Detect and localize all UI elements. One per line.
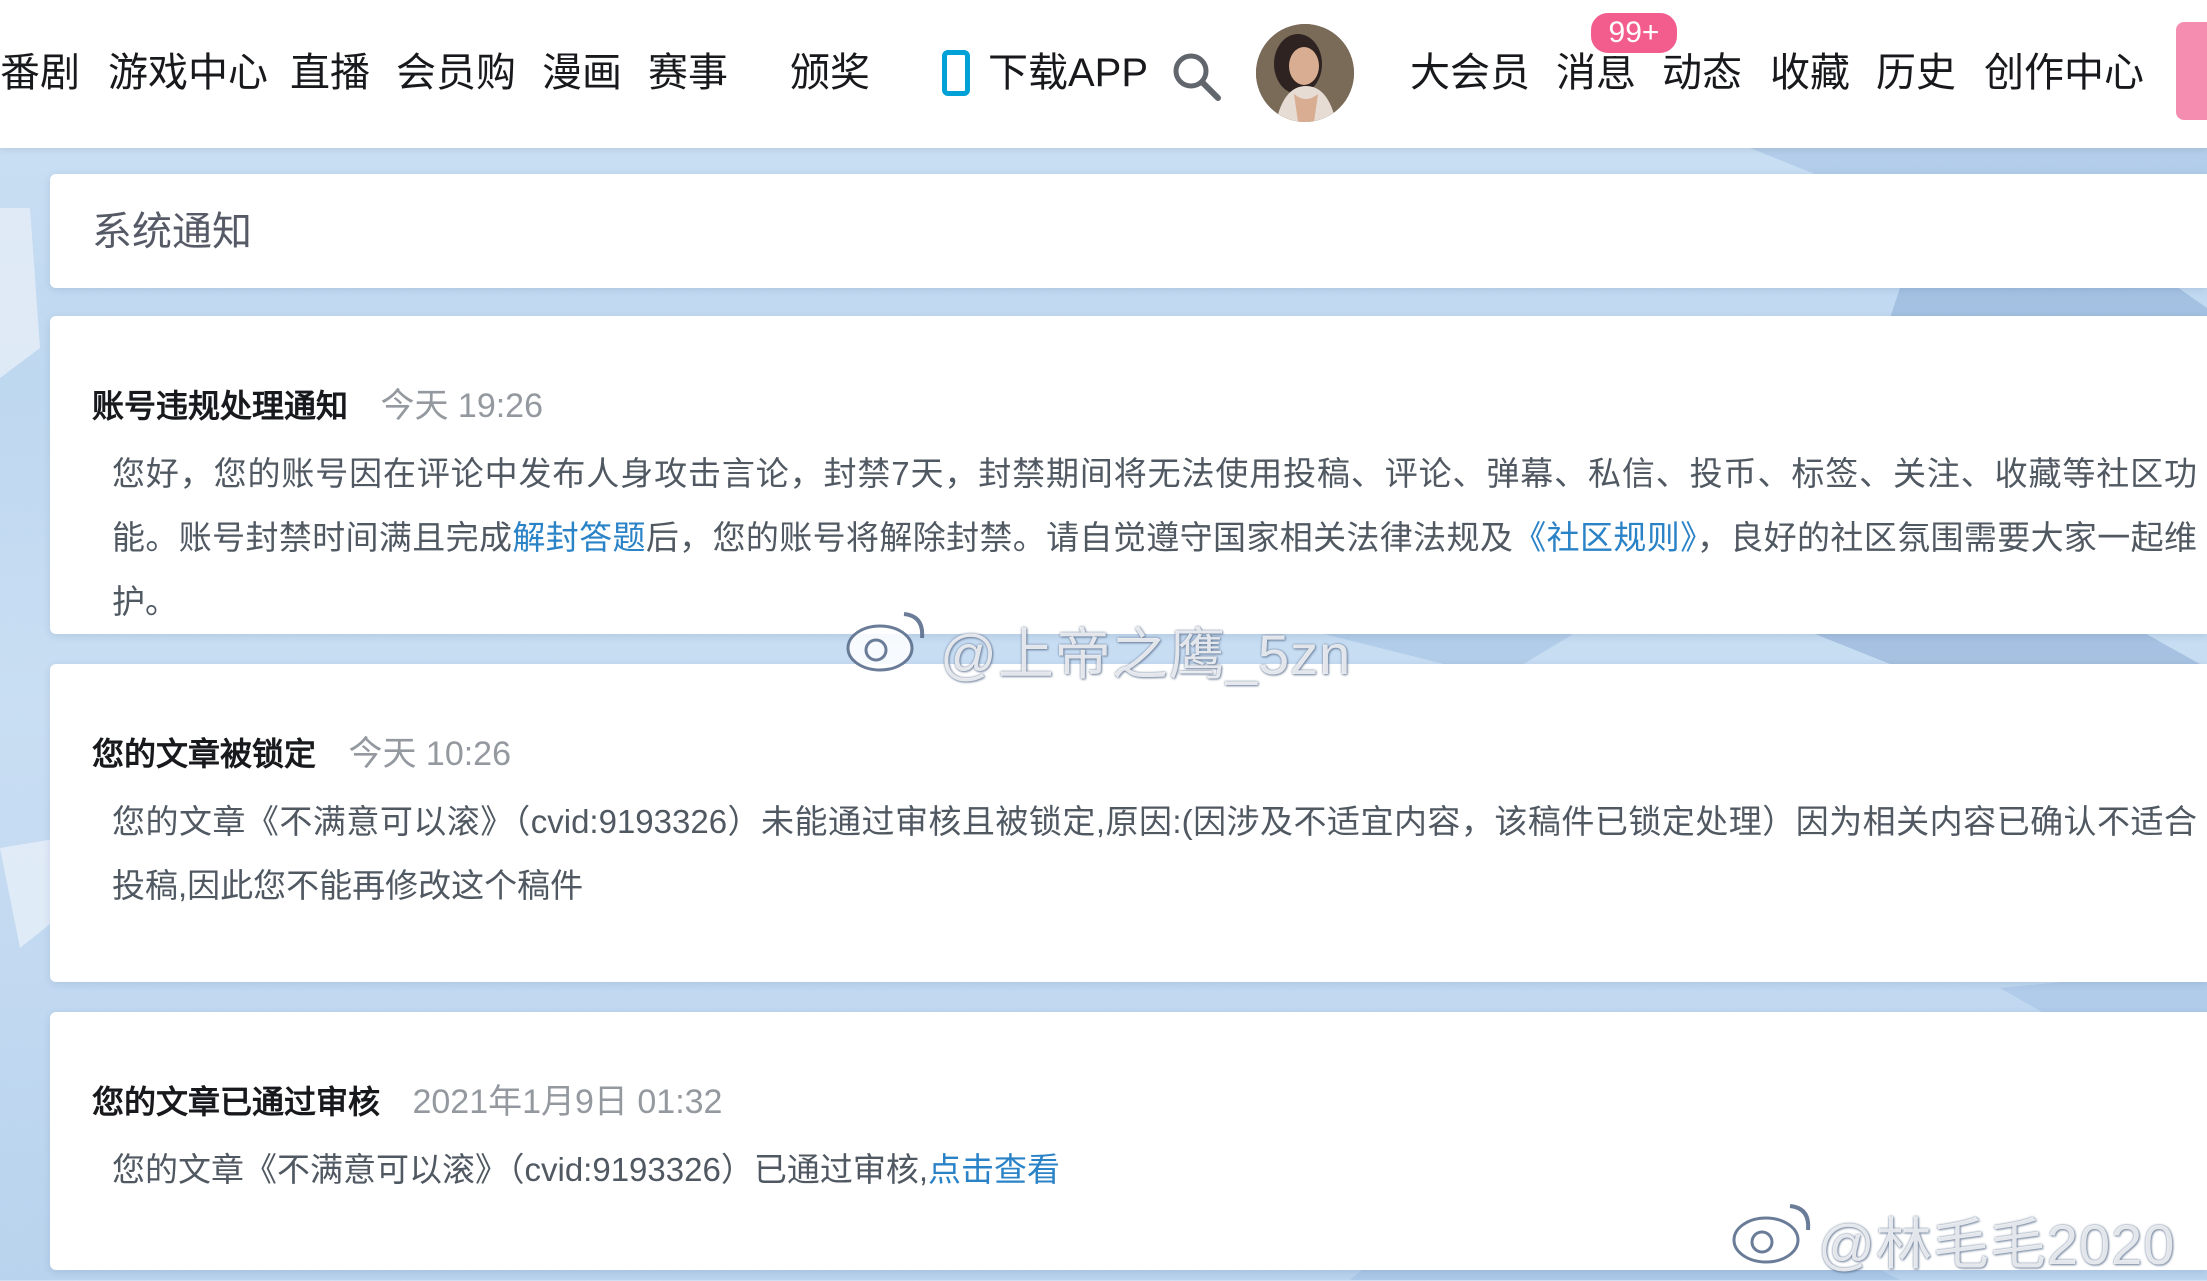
notice-header: 您的文章已通过审核 2021年1月9日 01:32: [92, 1082, 722, 1122]
notice-body: 您的文章《不满意可以滚》（cvid:9193326）未能通过审核且被锁定,原因:…: [112, 803, 2197, 904]
nav-item-favorites[interactable]: 收藏: [1770, 48, 1850, 98]
unban-quiz-link[interactable]: 解封答题: [512, 519, 645, 556]
notice-timestamp: 今天 10:26: [348, 735, 511, 773]
nav-item-member-shop[interactable]: 会员购: [396, 48, 516, 98]
notice-item: 您的文章被锁定 今天 10:26 您的文章《不满意可以滚》（cvid:91933…: [50, 664, 2207, 982]
notice-timestamp: 今天 19:26: [380, 387, 543, 425]
notice-item: 账号违规处理通知 今天 19:26 您好，您的账号因在评论中发布人身攻击言论，封…: [50, 316, 2207, 634]
notice-body: 您的文章《不满意可以滚》（cvid:9193326）已通过审核,点击查看: [112, 1138, 2197, 1202]
notice-timestamp: 2021年1月9日 01:32: [412, 1083, 723, 1121]
user-avatar[interactable]: [1256, 24, 1354, 122]
nav-item-bangumi[interactable]: 番剧: [0, 48, 80, 98]
notice-text: 后，您的账号将解除封禁。请自觉遵守国家相关法律法规及: [645, 519, 1514, 556]
notice-title: 您的文章已通过审核: [92, 1084, 381, 1120]
nav-item-game-center[interactable]: 游戏中心: [108, 48, 268, 98]
weibo-logo-icon: [1732, 1204, 1811, 1264]
page-title: 系统通知: [92, 210, 252, 254]
nav-item-creator-center[interactable]: 创作中心: [1984, 48, 2144, 98]
view-article-link[interactable]: 点击查看: [928, 1151, 1060, 1188]
nav-item-live[interactable]: 直播: [290, 48, 370, 98]
download-app-link[interactable]: 下载APP: [988, 48, 1148, 98]
notice-text: 您的文章《不满意可以滚》（cvid:9193326）已通过审核,: [112, 1151, 928, 1188]
notice-body: 您好，您的账号因在评论中发布人身攻击言论，封禁7天，封禁期间将无法使用投稿、评论…: [112, 442, 2197, 634]
watermark-text: @上帝之鹰_5zn: [940, 623, 1352, 686]
notice-title: 您的文章被锁定: [92, 736, 317, 772]
nav-item-awards[interactable]: 颁奖: [790, 48, 870, 98]
page-title-card: 系统通知: [50, 174, 2207, 288]
weibo-logo-icon: [846, 612, 925, 672]
nav-item-history[interactable]: 历史: [1876, 48, 1956, 98]
notice-header: 账号违规处理通知 今天 19:26: [92, 386, 543, 426]
community-rules-link[interactable]: 《社区规则》: [1513, 519, 1697, 556]
nav-item-comics[interactable]: 漫画: [542, 48, 622, 98]
watermark-text: @林毛毛2020: [1818, 1213, 2176, 1276]
search-icon[interactable]: [1170, 50, 1222, 102]
notice-header: 您的文章被锁定 今天 10:26: [92, 734, 511, 774]
nav-item-vip[interactable]: 大会员: [1410, 48, 1530, 98]
nav-item-dynamics[interactable]: 动态: [1662, 48, 1742, 98]
phone-icon: [942, 50, 970, 96]
top-navigation-bar: 番剧 游戏中心 直播 会员购 漫画 赛事 颁奖 下载APP 大会员 消息 99+…: [0, 0, 2207, 148]
upload-button[interactable]: [2176, 22, 2207, 120]
nav-item-events[interactable]: 赛事: [648, 48, 728, 98]
notice-title: 账号违规处理通知: [92, 388, 349, 424]
